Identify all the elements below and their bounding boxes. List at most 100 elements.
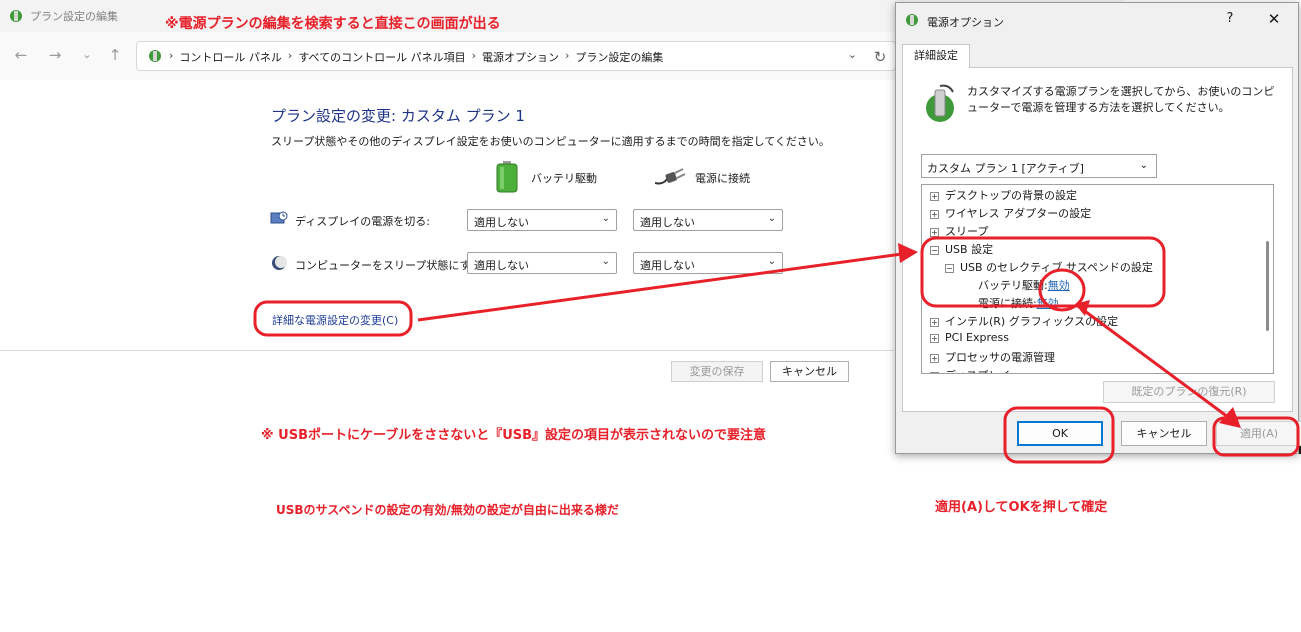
tree-item-label: スリープ bbox=[945, 225, 989, 238]
chevron-down-icon: ⌄ bbox=[767, 256, 776, 267]
chevron-down-icon: ⌄ bbox=[601, 256, 610, 267]
expand-icon[interactable]: + bbox=[930, 228, 939, 237]
plugged-column-label: 電源に接続 bbox=[695, 172, 750, 185]
page-description: スリープ状態やその他のディスプレイ設定をお使いのコンピューターに適用するまでの時… bbox=[271, 135, 830, 148]
expand-icon[interactable]: + bbox=[930, 354, 939, 363]
select-value: 適用しない bbox=[474, 216, 529, 229]
display-icon bbox=[270, 211, 288, 224]
tree-item-label: ワイヤレス アダプターの設定 bbox=[945, 207, 1092, 220]
expand-icon[interactable]: + bbox=[930, 192, 939, 201]
select-value: 適用しない bbox=[640, 259, 695, 272]
tree-item[interactable]: + PCI Express bbox=[930, 331, 1009, 349]
expand-icon[interactable]: + bbox=[930, 334, 939, 343]
annotation-apply-note: 適用(A)してOKを押して確定 bbox=[935, 500, 1108, 515]
cancel-button[interactable]: キャンセル bbox=[770, 361, 849, 382]
power-options-icon bbox=[906, 14, 918, 26]
tree-item[interactable]: + スリープ bbox=[930, 223, 988, 241]
chevron-down-icon: ⌄ bbox=[601, 213, 610, 224]
sleep-icon bbox=[272, 256, 287, 270]
breadcrumb-item[interactable]: 電源オプション bbox=[482, 49, 559, 65]
breadcrumb-separator: › bbox=[565, 49, 570, 62]
display-off-plugged-select[interactable]: 適用しない ⌄ bbox=[633, 209, 783, 231]
tree-item[interactable]: + ワイヤレス アダプターの設定 bbox=[930, 205, 1091, 223]
tree-item-label: インテル(R) グラフィックスの設定 bbox=[945, 315, 1119, 328]
breadcrumb: › コントロール パネル › すべてのコントロール パネル項目 › 電源オプショ… bbox=[169, 49, 663, 65]
tree-item[interactable]: − USB のセレクティブ サスペンドの設定 bbox=[945, 259, 1153, 277]
sleep-battery-select[interactable]: 適用しない ⌄ bbox=[467, 252, 617, 274]
address-bar[interactable]: › コントロール パネル › すべてのコントロール パネル項目 › 電源オプショ… bbox=[136, 41, 896, 71]
breadcrumb-separator: › bbox=[471, 49, 477, 62]
forward-arrow-icon[interactable]: → bbox=[44, 44, 66, 66]
display-off-battery-select[interactable]: 適用しない ⌄ bbox=[467, 209, 617, 231]
tree-item-label: USB 設定 bbox=[945, 243, 994, 256]
battery-column-label: バッテリ駆動 bbox=[531, 172, 597, 185]
breadcrumb-item[interactable]: すべてのコントロール パネル項目 bbox=[298, 49, 465, 65]
power-options-dialog: 電源オプション ? ✕ 詳細設定 カスタマイズする電源プランを選択してから、お使… bbox=[895, 2, 1301, 454]
recent-chevron-icon[interactable]: ⌄ bbox=[76, 44, 98, 66]
chevron-down-icon: ⌄ bbox=[1139, 160, 1148, 171]
tree-item-label: PCI Express bbox=[945, 331, 1010, 344]
advanced-settings-panel: カスタマイズする電源プランを選択してから、お使いのコンピューターで電源を管理する… bbox=[902, 67, 1293, 412]
tree-item[interactable]: 電源に接続:無効 bbox=[978, 295, 1059, 313]
advanced-settings-link[interactable]: 詳細な電源設定の変更(C) bbox=[272, 312, 398, 328]
breadcrumb-separator: › bbox=[169, 49, 174, 62]
power-options-icon bbox=[149, 50, 161, 62]
refresh-icon[interactable]: ↻ bbox=[870, 47, 890, 67]
collapse-icon[interactable]: − bbox=[930, 246, 939, 255]
dialog-description: カスタマイズする電源プランを選択してから、お使いのコンピューターで電源を管理する… bbox=[967, 85, 1275, 114]
expand-icon[interactable]: + bbox=[930, 318, 939, 327]
close-icon[interactable]: ✕ bbox=[1266, 10, 1282, 28]
power-plan-select[interactable]: カスタム プラン 1 [アクティブ] ⌄ bbox=[921, 154, 1157, 178]
annotation-suspend-note: USBのサスペンドの設定の有効/無効の設定が自由に出来る様だ bbox=[276, 503, 619, 517]
background-area bbox=[1124, 454, 1301, 632]
chevron-down-icon: ⌄ bbox=[767, 213, 776, 224]
tree-item[interactable]: + デスクトップの背景の設定 bbox=[930, 187, 1077, 205]
page-title: プラン設定の変更: カスタム プラン 1 bbox=[271, 107, 525, 125]
tab-advanced-settings[interactable]: 詳細設定 bbox=[902, 44, 970, 68]
battery-icon bbox=[496, 161, 518, 193]
collapse-icon[interactable]: − bbox=[945, 264, 954, 273]
tree-item-value[interactable]: 無効 bbox=[1037, 297, 1059, 310]
tree-item-label: USB のセレクティブ サスペンドの設定 bbox=[960, 261, 1153, 274]
tree-item[interactable]: バッテリ駆動:無効 bbox=[978, 277, 1070, 295]
divider bbox=[0, 350, 894, 351]
window-title: プラン設定の編集 bbox=[30, 10, 118, 23]
expand-icon[interactable]: + bbox=[930, 372, 939, 373]
help-icon[interactable]: ? bbox=[1222, 11, 1238, 26]
up-arrow-icon[interactable]: ↑ bbox=[104, 44, 126, 66]
battery-column-header: バッテリ駆動 bbox=[496, 161, 616, 195]
tree-item[interactable]: + インテル(R) グラフィックスの設定 bbox=[930, 313, 1118, 331]
ok-button[interactable]: OK bbox=[1017, 421, 1103, 446]
tree-item[interactable]: + プロセッサの電源管理 bbox=[930, 349, 1055, 367]
tree-item[interactable]: + ディスプレイ bbox=[930, 367, 1010, 373]
tree-item-label: 電源に接続: bbox=[978, 297, 1037, 310]
apply-button[interactable]: 適用(A) bbox=[1216, 421, 1301, 446]
tree-item-label: ディスプレイ bbox=[945, 369, 1010, 373]
expand-icon[interactable]: + bbox=[930, 210, 939, 219]
sleep-label: コンピューターをスリープ状態にする: bbox=[295, 259, 486, 272]
tree-item-value[interactable]: 無効 bbox=[1048, 279, 1070, 292]
breadcrumb-separator: › bbox=[287, 49, 293, 62]
plug-icon bbox=[655, 168, 685, 185]
breadcrumb-item[interactable]: コントロール パネル bbox=[179, 49, 282, 65]
select-value: 適用しない bbox=[474, 259, 529, 272]
dialog-title: 電源オプション bbox=[927, 16, 1004, 29]
tree-item[interactable]: − USB 設定 bbox=[930, 241, 993, 259]
dialog-cancel-button[interactable]: キャンセル bbox=[1121, 421, 1207, 446]
scrollbar[interactable] bbox=[1266, 241, 1269, 331]
display-off-label: ディスプレイの電源を切る: bbox=[295, 215, 430, 228]
select-value: カスタム プラン 1 [アクティブ] bbox=[927, 162, 1084, 175]
restore-defaults-button[interactable]: 既定のプランの復元(R) bbox=[1103, 381, 1275, 403]
tree-item-label: デスクトップの背景の設定 bbox=[945, 189, 1077, 202]
tree-item-label: プロセッサの電源管理 bbox=[945, 351, 1055, 364]
chevron-down-icon[interactable]: ⌄ bbox=[848, 48, 857, 61]
settings-tree[interactable]: + デスクトップの背景の設定 + ワイヤレス アダプターの設定 + スリープ − USB 設定… bbox=[921, 184, 1274, 374]
tree-item-label: バッテリ駆動: bbox=[978, 279, 1048, 292]
annotation-usb-note: ※ USBポートにケーブルをささないと『USB』設定の項目が表示されないので要注… bbox=[261, 428, 767, 443]
annotation-top: ※電源プランの編集を検索すると直接この画面が出る bbox=[165, 16, 501, 32]
save-changes-button[interactable]: 変更の保存 bbox=[671, 361, 763, 382]
breadcrumb-item[interactable]: プラン設定の編集 bbox=[575, 49, 663, 65]
sleep-plugged-select[interactable]: 適用しない ⌄ bbox=[633, 252, 783, 274]
power-options-icon bbox=[926, 84, 954, 122]
back-arrow-icon[interactable]: ← bbox=[10, 44, 32, 66]
